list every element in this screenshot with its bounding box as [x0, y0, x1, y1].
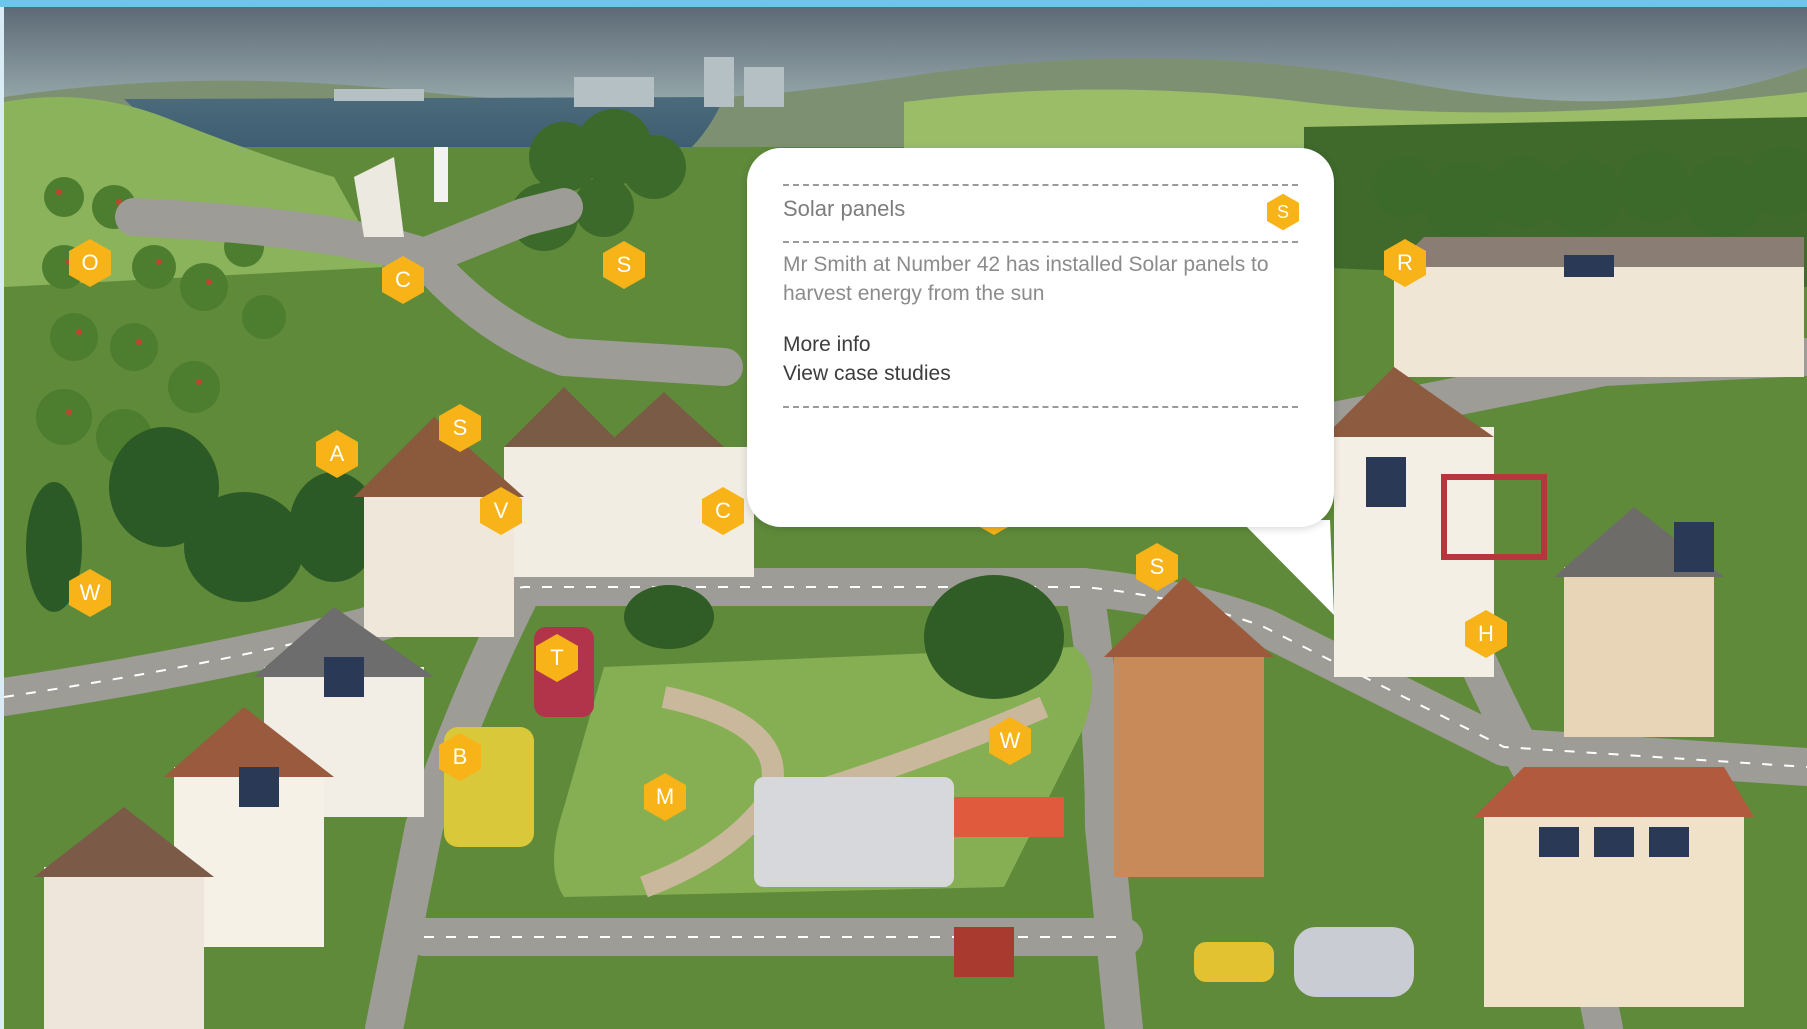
more-info-link[interactable]: More info: [783, 333, 871, 357]
map-marker-label: S: [1149, 554, 1165, 579]
map-marker-label: M: [655, 784, 675, 809]
view-case-studies-link[interactable]: View case studies: [783, 362, 951, 386]
map-marker-label: S: [616, 252, 632, 277]
map-marker-label: A: [329, 441, 345, 466]
map-marker-v[interactable]: V: [476, 486, 526, 536]
map-marker-w[interactable]: W: [985, 716, 1035, 766]
map-marker-b[interactable]: B: [435, 732, 485, 782]
map-marker-s-selected[interactable]: S: [1132, 542, 1182, 592]
popup-description: Mr Smith at Number 42 has installed Sola…: [783, 253, 1269, 305]
popup-divider: [783, 241, 1298, 243]
map-marker-s[interactable]: S: [599, 240, 649, 290]
map-marker-a[interactable]: A: [312, 429, 362, 479]
map-marker-label: T: [550, 645, 564, 670]
map-marker-label: C: [395, 267, 411, 292]
map-marker-label: V: [493, 498, 509, 523]
map-marker-c[interactable]: C: [378, 255, 428, 305]
popup-divider: [783, 406, 1298, 408]
hexagon-badge-icon: S: [1264, 193, 1302, 231]
map-marker-label: B: [452, 744, 468, 769]
map-marker-s[interactable]: S: [435, 403, 485, 453]
map-marker-label: W: [999, 728, 1021, 753]
map-marker-label: R: [1397, 250, 1413, 275]
popup-title: Solar panels: [783, 196, 906, 221]
map-marker-label: O: [81, 250, 99, 275]
map-marker-label: H: [1478, 621, 1494, 646]
map-marker-label: S: [452, 415, 468, 440]
map-marker-c[interactable]: C: [698, 486, 748, 536]
info-popup: Solar panels S Mr Smith at Number 42 has…: [747, 148, 1334, 527]
popup-tail: [1240, 520, 1334, 615]
map-marker-t[interactable]: T: [532, 633, 582, 683]
map-marker-m[interactable]: M: [640, 772, 690, 822]
map-marker-label: C: [715, 498, 731, 523]
map-marker-h[interactable]: H: [1461, 609, 1511, 659]
map-marker-label: W: [79, 580, 101, 605]
map-marker-w[interactable]: W: [65, 568, 115, 618]
popup-badge-label: S: [1276, 201, 1289, 222]
top-accent-bar: [0, 0, 1807, 7]
map-marker-o[interactable]: O: [65, 238, 115, 288]
popup-divider: [783, 184, 1298, 186]
map-marker-r[interactable]: R: [1380, 238, 1430, 288]
